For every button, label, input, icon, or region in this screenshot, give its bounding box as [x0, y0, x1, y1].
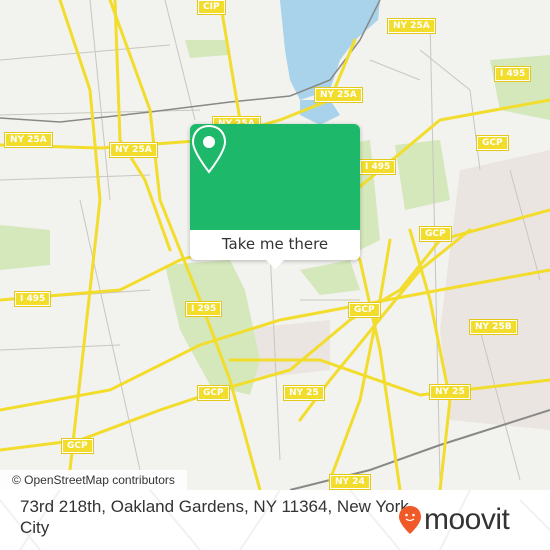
route-shield: I 495 — [13, 291, 52, 307]
route-shield: NY 25A — [109, 142, 158, 158]
moovit-logo[interactable]: moovit — [398, 500, 510, 540]
route-shield: NY 25A — [387, 18, 436, 34]
park-area — [185, 40, 228, 58]
route-shield: GCP — [476, 135, 509, 151]
map-view[interactable]: CIP NY 25A NY 25A NY 25A NY 25A NY 25A I… — [0, 0, 550, 490]
route-shield: CIP — [197, 0, 226, 15]
route-shield: NY 25A — [4, 132, 53, 148]
park-area — [300, 260, 360, 295]
popup-header — [190, 124, 360, 230]
route-shield: GCP — [419, 226, 452, 242]
map-pin-icon — [191, 124, 227, 174]
route-shield: NY 25A — [314, 87, 363, 103]
railway-line — [289, 409, 550, 490]
route-shield: I 495 — [493, 66, 532, 82]
address-text: 73rd 218th, Oakland Gardens, NY 11364, N… — [20, 497, 409, 537]
route-shield: I 495 — [358, 159, 397, 175]
route-shield: NY 25B — [469, 319, 518, 335]
route-shield: GCP — [61, 438, 94, 454]
park-area — [0, 225, 50, 270]
route-shield: I 295 — [184, 301, 223, 317]
take-me-there-button[interactable]: Take me there — [190, 230, 360, 260]
map-attribution[interactable]: © OpenStreetMap contributors — [0, 470, 187, 490]
route-shield: NY 25 — [429, 384, 471, 400]
park-area — [165, 260, 260, 395]
route-shield: GCP — [197, 385, 230, 401]
water-body — [280, 0, 380, 100]
route-shield: NY 25 — [283, 385, 325, 401]
footer: 73rd 218th, Oakland Gardens, NY 11364, N… — [0, 490, 550, 550]
moovit-logo-text: moovit — [424, 503, 510, 536]
location-popup: Take me there — [190, 124, 360, 269]
moovit-face-pin-icon — [399, 506, 421, 534]
route-shield: GCP — [348, 302, 381, 318]
route-shield: NY 24 — [329, 474, 371, 490]
popup-pointer — [266, 260, 284, 269]
